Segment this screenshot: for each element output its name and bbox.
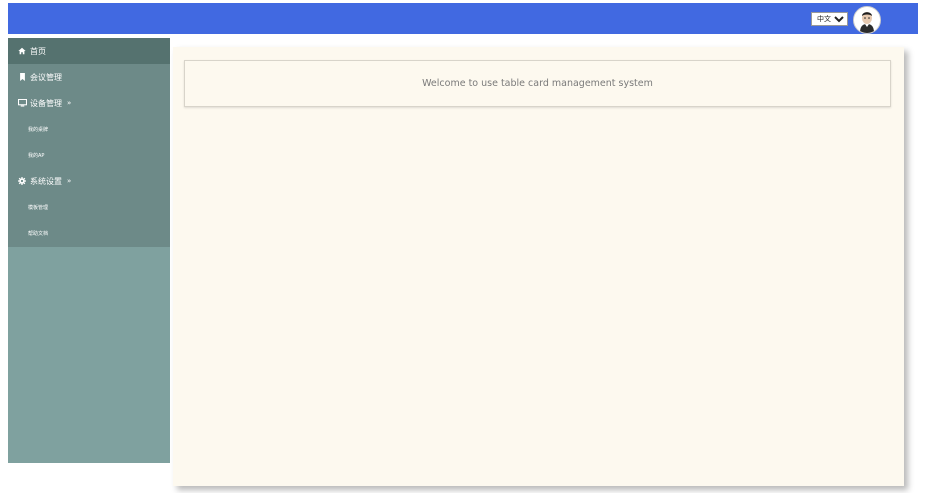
language-select[interactable]: 中文简体 bbox=[811, 12, 848, 26]
top-navbar: 中文简体 bbox=[8, 3, 918, 34]
sidebar-item-device-management[interactable]: 设备管理 » bbox=[8, 90, 170, 116]
sidebar-subitem-my-ap[interactable]: 我的AP bbox=[8, 142, 170, 168]
sidebar-subitem-my-table-card[interactable]: 我的桌牌 bbox=[8, 116, 170, 142]
gear-icon bbox=[17, 176, 27, 186]
sidebar-item-meeting-management[interactable]: 会议管理 bbox=[8, 64, 170, 90]
sidebar-subitem-help-docs[interactable]: 帮助文档 bbox=[8, 220, 170, 246]
bookmark-icon bbox=[17, 72, 27, 82]
user-avatar-icon[interactable] bbox=[853, 6, 881, 34]
sidebar-menu: 首页 会议管理 设备管理 » 我的桌牌 我的AP 系统设置 » 模板管理 帮助文… bbox=[8, 38, 170, 247]
sidebar-item-label: 首页 bbox=[30, 46, 46, 56]
sidebar-subitem-template-management[interactable]: 模板管理 bbox=[8, 194, 170, 220]
welcome-box: Welcome to use table card management sys… bbox=[184, 60, 891, 107]
sidebar-item-label: 系统设置 bbox=[30, 176, 62, 186]
sidebar-item-system-settings[interactable]: 系统设置 » bbox=[8, 168, 170, 194]
home-icon bbox=[17, 46, 27, 56]
main-content-panel: Welcome to use table card management sys… bbox=[173, 47, 904, 486]
sidebar-item-home[interactable]: 首页 bbox=[8, 38, 170, 64]
sidebar-item-label: 设备管理 bbox=[30, 98, 62, 108]
expand-arrow-icon: » bbox=[67, 177, 72, 185]
sidebar: 首页 会议管理 设备管理 » 我的桌牌 我的AP 系统设置 » 模板管理 帮助文… bbox=[8, 38, 170, 463]
sidebar-item-label: 会议管理 bbox=[30, 72, 62, 82]
expand-arrow-icon: » bbox=[67, 99, 72, 107]
welcome-text: Welcome to use table card management sys… bbox=[422, 78, 653, 89]
monitor-icon bbox=[17, 98, 27, 108]
